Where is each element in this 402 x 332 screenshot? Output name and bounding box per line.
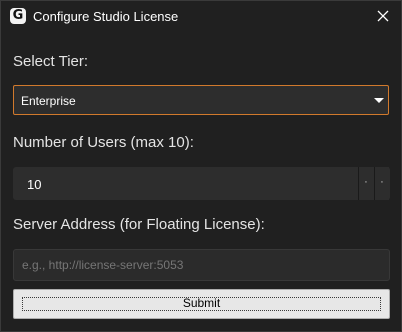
- submit-button[interactable]: Submit: [13, 289, 390, 319]
- close-icon: [377, 10, 389, 22]
- license-dialog: G Configure Studio License Select Tier: …: [0, 0, 402, 332]
- users-value: 10: [27, 177, 42, 192]
- decrement-button[interactable]: ·: [374, 167, 389, 200]
- submit-label: Submit: [182, 296, 221, 310]
- app-logo-icon: G: [10, 8, 26, 24]
- server-address-input[interactable]: [13, 249, 390, 281]
- close-button[interactable]: [373, 6, 393, 26]
- window-title: Configure Studio License: [33, 9, 179, 24]
- chevron-down-icon: [374, 98, 384, 103]
- title-bar[interactable]: G Configure Studio License: [1, 1, 401, 33]
- server-address-label: Server Address (for Floating License):: [13, 216, 265, 233]
- users-label: Number of Users (max 10):: [13, 134, 194, 151]
- increment-button[interactable]: ·: [358, 167, 373, 200]
- tier-dropdown[interactable]: Enterprise: [13, 85, 389, 115]
- tier-selected-value: Enterprise: [21, 94, 76, 108]
- tier-label: Select Tier:: [13, 53, 89, 70]
- users-spinbox[interactable]: 10 · ·: [13, 167, 390, 200]
